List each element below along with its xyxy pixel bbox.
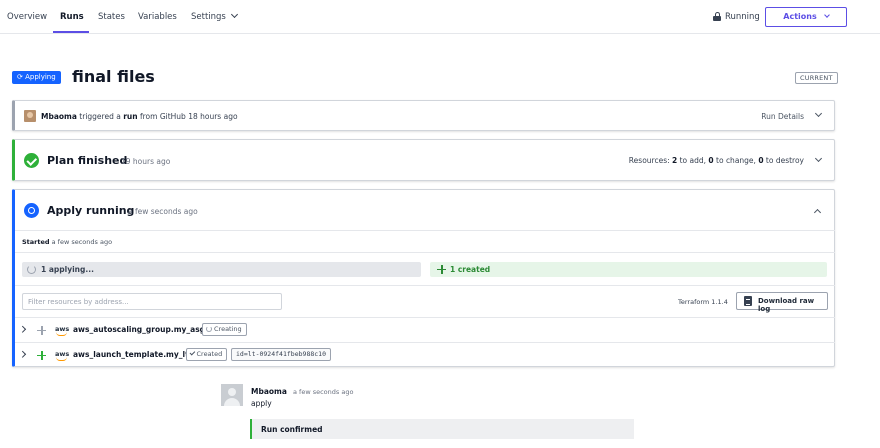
applying-count: 1 applying...: [41, 265, 94, 274]
resources-change-text: to change,: [713, 156, 759, 165]
status-badge: Creating: [202, 323, 247, 336]
workspace-lock-status: Running: [725, 12, 760, 22]
trigger-run-word: run: [123, 112, 138, 121]
run-confirmed-text: Run confirmed: [261, 425, 323, 434]
resources-destroy-text: to destroy: [763, 156, 804, 165]
resource-row[interactable]: aws aws_autoscaling_group.my_asg Creatin…: [15, 318, 835, 343]
status-badge: ⟳ Applying: [12, 71, 61, 84]
resources-add-text: to add,: [677, 156, 709, 165]
actions-button-label: Actions: [783, 12, 817, 21]
chevron-down-icon[interactable]: [814, 154, 823, 163]
started-text: Started a few seconds ago: [22, 238, 112, 246]
chevron-down-icon: [230, 10, 238, 19]
plus-icon: [37, 351, 46, 360]
check-icon: [189, 349, 195, 356]
resource-address: aws_autoscaling_group.my_asg: [73, 325, 206, 334]
tab-settings-label: Settings: [191, 12, 226, 22]
comment-author: Mbaoma: [251, 387, 287, 396]
apply-time: a few seconds ago: [128, 207, 198, 216]
trigger-user: Mbaoma: [41, 112, 77, 121]
created-count: 1 created: [450, 265, 491, 274]
run-confirmed-box: Run confirmed: [250, 419, 634, 439]
document-icon: [744, 296, 752, 306]
resource-row[interactable]: aws aws_launch_template.my_lt Created id…: [15, 343, 835, 368]
tab-overview[interactable]: Overview: [7, 12, 47, 22]
plan-card[interactable]: Plan finished 19 hours ago Resources: 2 …: [12, 139, 835, 181]
avatar: [221, 384, 243, 406]
active-tab-indicator: [53, 31, 89, 33]
plan-title: Plan finished: [47, 154, 128, 167]
lock-icon: [713, 12, 721, 21]
avatar: [24, 110, 36, 122]
resource-id: id=lt-0924f41fbeb988c10: [231, 348, 332, 361]
comment-time: a few seconds ago: [293, 388, 354, 396]
resources-prefix: Resources:: [628, 156, 673, 165]
run-trigger-card[interactable]: Mbaoma triggered a run from GitHub 18 ho…: [12, 100, 835, 131]
status-badge-label: Applying: [25, 73, 56, 81]
tab-settings[interactable]: Settings: [191, 10, 238, 22]
chevron-right-icon[interactable]: [19, 351, 26, 358]
started-label: Started: [22, 238, 50, 246]
divider: [15, 230, 835, 231]
divider: [15, 252, 835, 253]
spinner-icon: [206, 326, 212, 332]
tab-states[interactable]: States: [98, 12, 125, 22]
trigger-text-a: triggered a: [76, 112, 124, 121]
chevron-up-icon[interactable]: [813, 208, 822, 217]
check-circle-icon: [24, 153, 39, 168]
top-nav: Overview Runs States Variables Settings …: [0, 0, 880, 34]
apply-card: Apply running a few seconds ago Started …: [12, 189, 835, 367]
divider: [15, 285, 835, 286]
tab-runs[interactable]: Runs: [60, 12, 84, 22]
aws-icon: aws: [55, 325, 70, 336]
download-raw-log-button[interactable]: Download raw log: [736, 292, 828, 313]
comment-body: apply: [251, 399, 272, 408]
download-raw-log-label: Download raw log: [758, 297, 815, 313]
running-status-icon: [24, 203, 39, 218]
plus-icon: [37, 326, 46, 335]
actions-button[interactable]: Actions: [765, 7, 847, 27]
chevron-down-icon[interactable]: [814, 109, 823, 118]
run-details-link[interactable]: Run Details: [761, 112, 804, 121]
plan-time: 19 hours ago: [121, 157, 171, 166]
spinner-icon: [27, 265, 36, 274]
trigger-text-b: from GitHub 18 hours ago: [137, 112, 238, 121]
status-badge-label: Creating: [214, 325, 242, 333]
current-badge: CURRENT: [795, 72, 838, 84]
status-badge: Created: [186, 348, 228, 361]
created-count-bar: 1 created: [430, 262, 827, 277]
chevron-down-icon: [823, 12, 830, 18]
apply-title: Apply running: [47, 204, 135, 217]
applying-count-bar: 1 applying...: [22, 262, 421, 277]
sync-icon: ⟳: [17, 73, 26, 81]
chevron-right-icon[interactable]: [19, 326, 26, 333]
status-badge-label: Created: [196, 350, 223, 358]
aws-icon: aws: [55, 350, 70, 361]
terraform-version: Terraform 1.1.4: [678, 298, 728, 306]
page-title: final files: [72, 67, 155, 86]
tab-variables[interactable]: Variables: [138, 12, 177, 22]
filter-resources-input[interactable]: [22, 293, 282, 310]
plus-icon: [437, 265, 446, 274]
trigger-description: Mbaoma triggered a run from GitHub 18 ho…: [41, 112, 238, 121]
resource-address: aws_launch_template.my_lt: [73, 350, 189, 359]
started-time: a few seconds ago: [49, 238, 113, 246]
resources-summary: Resources: 2 to add, 0 to change, 0 to d…: [629, 156, 804, 165]
